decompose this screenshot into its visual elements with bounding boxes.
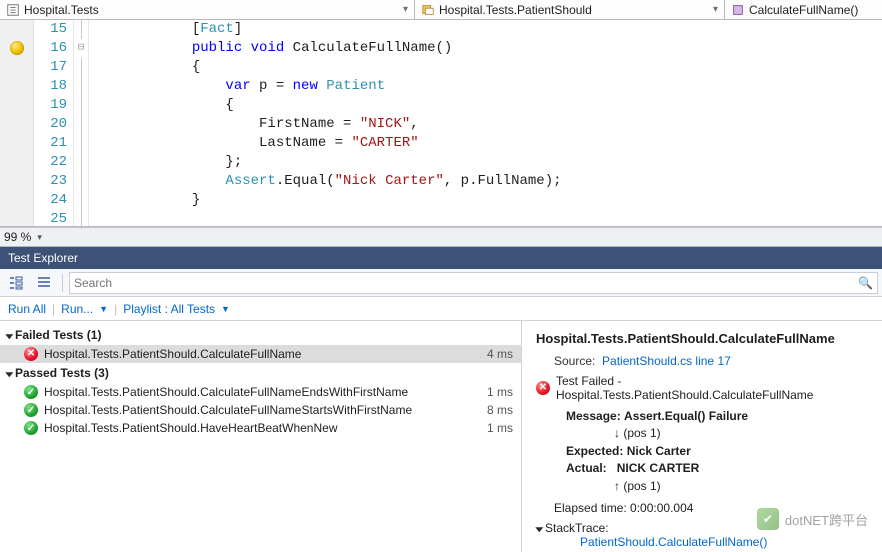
chevron-down-icon[interactable]: ▾ (37, 232, 42, 243)
list-view-button[interactable] (32, 272, 56, 294)
fail-icon: ✕ (24, 347, 38, 361)
chevron-down-icon[interactable]: ▼ (99, 304, 108, 314)
failed-tests-group[interactable]: Failed Tests (1) (0, 325, 521, 345)
nav-class-combo[interactable]: Hospital.Tests.PatientShould ▾ (415, 0, 725, 19)
test-explorer-toolbar: 🔍 (0, 269, 882, 297)
watermark-text: dotNET跨平台 (785, 510, 868, 529)
nav-namespace-label: Hospital.Tests (24, 3, 399, 17)
toolbar-separator (62, 274, 63, 292)
expand-icon[interactable] (535, 527, 543, 532)
test-row[interactable]: ✓ Hospital.Tests.PatientShould.CalculateF… (0, 383, 521, 401)
actual-label: Actual: (566, 461, 607, 475)
namespace-icon (6, 3, 20, 17)
test-row[interactable]: ✓ Hospital.Tests.PatientShould.HaveHeartB… (0, 419, 521, 437)
group-by-button[interactable] (4, 272, 28, 294)
stacktrace-link[interactable]: PatientShould.CalculateFullName() (580, 535, 767, 549)
actual-value: NICK CARTER (617, 461, 700, 475)
chevron-down-icon[interactable]: ▼ (221, 304, 230, 314)
search-input[interactable] (74, 276, 858, 290)
test-indicator-icon[interactable] (10, 41, 24, 55)
line-number-gutter: 1516171819202122232425 (34, 20, 74, 226)
test-detail-pane: Hospital.Tests.PatientShould.CalculateFu… (522, 321, 882, 552)
test-row[interactable]: ✕ Hospital.Tests.PatientShould.CalculateF… (0, 345, 521, 363)
pos-down: ↓ (pos 1) (566, 425, 870, 442)
pass-icon: ✓ (24, 385, 38, 399)
test-duration: 1 ms (479, 385, 513, 399)
test-explorer-header: Test Explorer (0, 247, 882, 269)
search-icon[interactable]: 🔍 (858, 276, 873, 290)
code-content[interactable]: [Fact] public void CalculateFullName() {… (89, 20, 882, 226)
stacktrace-label: StackTrace: (545, 521, 609, 535)
fail-line-text: Test Failed - Hospital.Tests.PatientShou… (556, 374, 870, 402)
run-all-link[interactable]: Run All (8, 302, 46, 316)
test-explorer-body: Failed Tests (1) ✕ Hospital.Tests.PatientS… (0, 321, 882, 552)
expand-icon[interactable] (5, 334, 13, 339)
test-duration: 8 ms (479, 403, 513, 417)
nav-namespace-combo[interactable]: Hospital.Tests ▾ (0, 0, 415, 19)
test-tree[interactable]: Failed Tests (1) ✕ Hospital.Tests.PatientS… (0, 321, 522, 552)
message-label: Message: (566, 409, 621, 423)
test-name: Hospital.Tests.PatientShould.CalculateFu… (44, 403, 473, 417)
zoom-level[interactable]: 99 % (4, 230, 31, 244)
group-label: Failed Tests (1) (15, 328, 101, 342)
nav-class-label: Hospital.Tests.PatientShould (439, 3, 709, 17)
test-name: Hospital.Tests.PatientShould.CalculateFu… (44, 347, 473, 361)
class-icon (421, 3, 435, 17)
run-link[interactable]: Run... (61, 302, 93, 316)
group-label: Passed Tests (3) (15, 366, 109, 380)
chevron-down-icon: ▾ (403, 4, 408, 15)
method-icon (731, 3, 745, 17)
fail-icon: ✕ (536, 381, 550, 395)
chevron-down-icon: ▾ (713, 4, 718, 15)
source-label: Source: (554, 354, 595, 368)
glyph-margin (0, 20, 34, 226)
nav-combo-row: Hospital.Tests ▾ Hospital.Tests.PatientS… (0, 0, 882, 20)
test-row[interactable]: ✓ Hospital.Tests.PatientShould.CalculateF… (0, 401, 521, 419)
test-explorer-title: Test Explorer (8, 251, 78, 265)
watermark-icon: ✔ (757, 508, 779, 530)
expected-label: Expected: (566, 444, 623, 458)
nav-method-combo[interactable]: CalculateFullName() (725, 0, 882, 19)
passed-tests-group[interactable]: Passed Tests (3) (0, 363, 521, 383)
test-explorer-linkbar: Run All | Run... ▼ | Playlist : All Test… (0, 297, 882, 321)
detail-title: Hospital.Tests.PatientShould.CalculateFu… (536, 331, 870, 346)
code-editor[interactable]: 1516171819202122232425 ⊟ [Fact] public v… (0, 20, 882, 227)
test-name: Hospital.Tests.PatientShould.HaveHeartBe… (44, 421, 473, 435)
source-link[interactable]: PatientShould.cs line 17 (602, 354, 731, 368)
message-value: Assert.Equal() Failure (624, 409, 748, 423)
pos-up: ↑ (pos 1) (566, 478, 870, 495)
test-duration: 4 ms (479, 347, 513, 361)
zoom-bar: 99 % ▾ (0, 227, 882, 247)
expand-icon[interactable] (5, 372, 13, 377)
playlist-link[interactable]: Playlist : All Tests (123, 302, 215, 316)
test-duration: 1 ms (479, 421, 513, 435)
outline-margin: ⊟ (74, 20, 89, 226)
test-name: Hospital.Tests.PatientShould.CalculateFu… (44, 385, 473, 399)
nav-method-label: CalculateFullName() (749, 3, 876, 17)
watermark: ✔ dotNET跨平台 (757, 508, 868, 530)
pass-icon: ✓ (24, 421, 38, 435)
pass-icon: ✓ (24, 403, 38, 417)
expected-value: Nick Carter (627, 444, 691, 458)
search-box[interactable]: 🔍 (69, 272, 878, 294)
